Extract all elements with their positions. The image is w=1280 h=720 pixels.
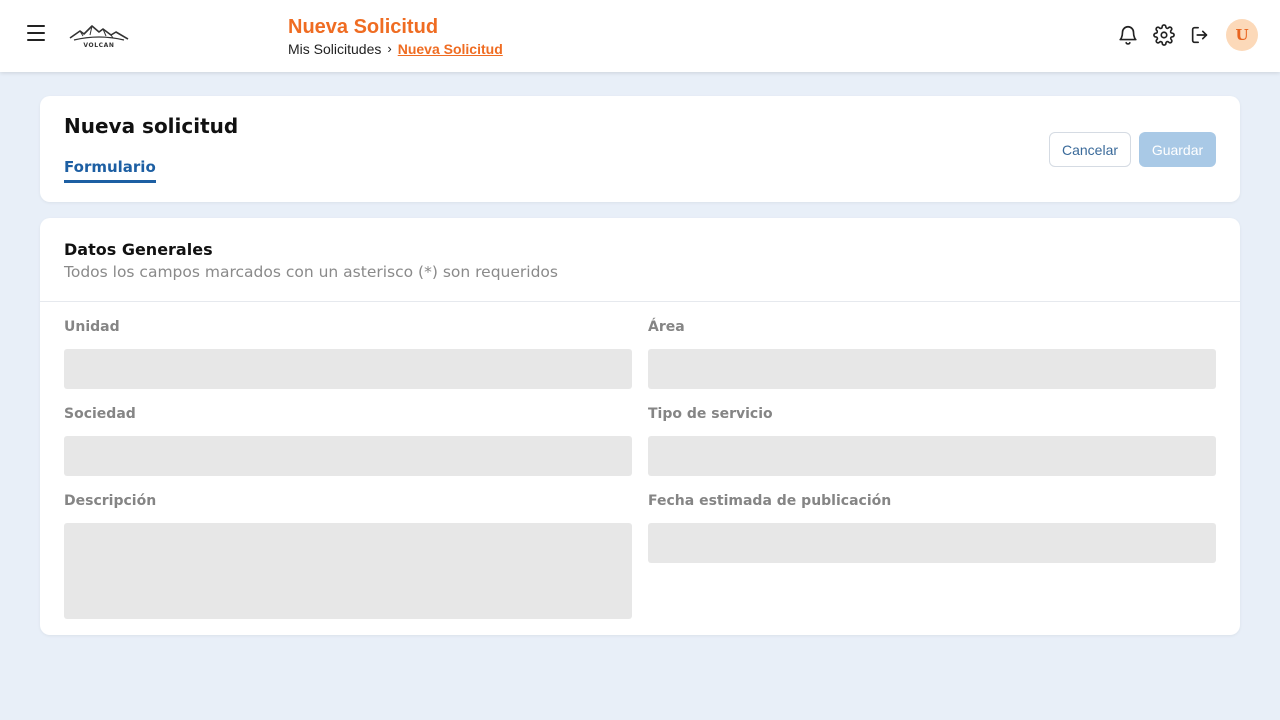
volcan-logo: VOLCAN bbox=[69, 25, 129, 48]
gear-icon[interactable] bbox=[1152, 23, 1176, 47]
save-button[interactable]: Guardar bbox=[1139, 132, 1216, 167]
section-header: Datos Generales Todos los campos marcado… bbox=[64, 240, 558, 281]
general-data-card: Datos Generales Todos los campos marcado… bbox=[40, 218, 1240, 635]
request-header-card: Nueva solicitud Formulario Cancelar Guar… bbox=[40, 96, 1240, 202]
descripcion-label: Descripción bbox=[64, 493, 157, 509]
top-actions: U bbox=[1116, 19, 1258, 51]
breadcrumb: Mis Solicitudes › Nueva Solicitud bbox=[288, 41, 503, 57]
page-heading: Nueva Solicitud Mis Solicitudes › Nueva … bbox=[288, 16, 503, 57]
bell-icon[interactable] bbox=[1116, 23, 1140, 47]
cancel-button[interactable]: Cancelar bbox=[1049, 132, 1131, 167]
area-label: Área bbox=[648, 319, 685, 335]
tipo-servicio-field[interactable] bbox=[648, 436, 1216, 476]
section-title: Datos Generales bbox=[64, 240, 213, 259]
area-field[interactable] bbox=[648, 349, 1216, 389]
svg-text:VOLCAN: VOLCAN bbox=[83, 42, 114, 48]
unidad-field[interactable] bbox=[64, 349, 632, 389]
page-title: Nueva Solicitud bbox=[288, 16, 439, 38]
fecha-publicacion-field[interactable] bbox=[648, 523, 1216, 563]
section-subtitle: Todos los campos marcados con un asteris… bbox=[64, 263, 558, 281]
breadcrumb-separator-icon: › bbox=[387, 41, 392, 56]
avatar[interactable]: U bbox=[1226, 19, 1258, 51]
fecha-publicacion-label: Fecha estimada de publicación bbox=[648, 493, 892, 509]
breadcrumb-current-link[interactable]: Nueva Solicitud bbox=[398, 41, 503, 57]
tab-formulario[interactable]: Formulario bbox=[64, 158, 156, 183]
request-title: Nueva solicitud bbox=[64, 114, 239, 138]
sociedad-label: Sociedad bbox=[64, 406, 136, 422]
tipo-servicio-label: Tipo de servicio bbox=[648, 406, 773, 422]
unidad-label: Unidad bbox=[64, 319, 120, 335]
descripcion-field[interactable] bbox=[64, 523, 632, 619]
divider bbox=[40, 301, 1240, 302]
logout-icon[interactable] bbox=[1188, 23, 1212, 47]
sociedad-field[interactable] bbox=[64, 436, 632, 476]
menu-icon[interactable] bbox=[22, 20, 52, 46]
top-bar: VOLCAN Nueva Solicitud Mis Solicitudes ›… bbox=[0, 0, 1280, 72]
breadcrumb-root-link[interactable]: Mis Solicitudes bbox=[288, 41, 381, 57]
